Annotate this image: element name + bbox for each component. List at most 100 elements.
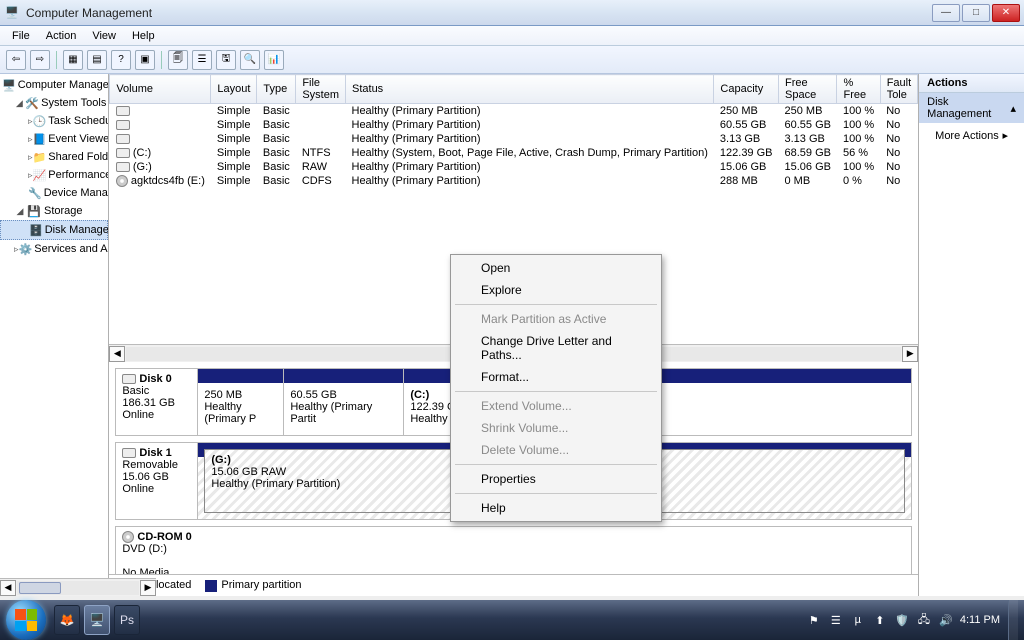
disk-state: Online: [122, 409, 154, 421]
scroll-left-button[interactable]: ◀: [0, 580, 16, 596]
tree-device-manager[interactable]: 🔧Device Manager: [0, 184, 108, 202]
cd-icon: [122, 531, 134, 543]
menu-help[interactable]: Help: [124, 28, 163, 44]
taskbar-button[interactable]: 🦊: [54, 605, 80, 635]
col-type[interactable]: Type: [257, 75, 296, 104]
menubar: File Action View Help: [0, 26, 1024, 46]
tray-icon[interactable]: µ: [850, 612, 866, 628]
context-menu-item[interactable]: Help: [453, 497, 659, 519]
tray-icon[interactable]: ☰: [828, 612, 844, 628]
tree-services-apps[interactable]: ▹⚙️Services and Applications: [0, 240, 108, 258]
context-menu: OpenExploreMark Partition as ActiveChang…: [450, 254, 662, 522]
tray-icon[interactable]: ⚑: [806, 612, 822, 628]
menu-view[interactable]: View: [84, 28, 124, 44]
scroll-track[interactable]: [17, 581, 139, 595]
toolbar-button[interactable]: ☰: [192, 50, 212, 70]
context-menu-separator: [455, 304, 657, 305]
taskbar-button[interactable]: 🖥️: [84, 605, 110, 635]
toolbar-button[interactable]: ▤: [87, 50, 107, 70]
col-pct-free[interactable]: % Free: [837, 75, 880, 104]
scroll-left-button[interactable]: ◀: [109, 346, 125, 362]
toolbar-button[interactable]: ▦: [63, 50, 83, 70]
disk-header: CD-ROM 0: [137, 531, 191, 543]
menu-action[interactable]: Action: [38, 28, 85, 44]
scroll-thumb[interactable]: [19, 582, 61, 594]
table-row[interactable]: SimpleBasicHealthy (Primary Partition)3.…: [110, 132, 918, 146]
toolbar-button[interactable]: 🖫: [216, 50, 236, 70]
table-row[interactable]: (C:)SimpleBasicNTFSHealthy (System, Boot…: [110, 146, 918, 160]
scroll-right-button[interactable]: ▶: [140, 580, 156, 596]
actions-group-disk-management[interactable]: Disk Management ▴: [919, 93, 1024, 123]
col-free-space[interactable]: Free Space: [779, 75, 837, 104]
col-volume[interactable]: Volume: [110, 75, 211, 104]
table-row[interactable]: SimpleBasicHealthy (Primary Partition)25…: [110, 104, 918, 119]
partition-status: Healthy (Primary P: [204, 401, 277, 425]
network-icon[interactable]: 🖧: [916, 612, 932, 628]
disk-row-cdrom[interactable]: CD-ROM 0 DVD (D:) No Media: [115, 526, 912, 574]
tree-root[interactable]: 🖥️Computer Management (Local): [0, 76, 108, 94]
tree-label: Event Viewer: [48, 133, 109, 145]
actions-more-actions[interactable]: More Actions ▸: [919, 123, 1024, 148]
minimize-button[interactable]: —: [932, 4, 960, 22]
context-menu-item[interactable]: Open: [453, 257, 659, 279]
tree-shared-folders[interactable]: ▹📁Shared Folders: [0, 148, 108, 166]
windows-logo-icon: [15, 609, 37, 631]
disk-note: No Media: [122, 567, 169, 574]
context-menu-item[interactable]: Format...: [453, 366, 659, 388]
partition[interactable]: 250 MB Healthy (Primary P: [198, 369, 284, 435]
col-filesystem[interactable]: File System: [296, 75, 346, 104]
tree-system-tools[interactable]: ◢🛠️System Tools: [0, 94, 108, 112]
col-capacity[interactable]: Capacity: [714, 75, 779, 104]
table-row[interactable]: SimpleBasicHealthy (Primary Partition)60…: [110, 118, 918, 132]
tree-label: Task Scheduler: [48, 115, 109, 127]
disk-icon: [116, 106, 130, 116]
toolbar-button[interactable]: 📊: [264, 50, 284, 70]
disk-icon: [116, 162, 130, 172]
toolbar-button[interactable]: 🔍: [240, 50, 260, 70]
tree-label: Shared Folders: [48, 151, 109, 163]
tray-icon[interactable]: 🛡️: [894, 612, 910, 628]
close-button[interactable]: ✕: [992, 4, 1020, 22]
actions-pane: Actions Disk Management ▴ More Actions ▸: [919, 74, 1024, 596]
disk-size: 186.31 GB: [122, 397, 175, 409]
table-row[interactable]: agktdcs4fb (E:)SimpleBasicCDFSHealthy (P…: [110, 174, 918, 188]
context-menu-item: Shrink Volume...: [453, 417, 659, 439]
table-row[interactable]: (G:)SimpleBasicRAWHealthy (Primary Parti…: [110, 160, 918, 174]
tree-hscroll[interactable]: ◀ ▶: [0, 578, 156, 596]
forward-button[interactable]: ⇨: [30, 50, 50, 70]
partition[interactable]: 60.55 GB Healthy (Primary Partit: [284, 369, 404, 435]
col-fault-tolerance[interactable]: Fault Tole: [880, 75, 917, 104]
context-menu-item[interactable]: Explore: [453, 279, 659, 301]
scroll-right-button[interactable]: ▶: [902, 346, 918, 362]
taskbar-clock[interactable]: 4:11 PM: [960, 614, 1000, 626]
menu-file[interactable]: File: [4, 28, 38, 44]
back-button[interactable]: ⇦: [6, 50, 26, 70]
context-menu-item[interactable]: Change Drive Letter and Paths...: [453, 330, 659, 366]
taskbar-button[interactable]: Ps: [114, 605, 140, 635]
maximize-button[interactable]: □: [962, 4, 990, 22]
toolbar-button[interactable]: 🗐: [168, 50, 188, 70]
context-menu-item[interactable]: Properties: [453, 468, 659, 490]
tree-label: Device Manager: [44, 187, 110, 199]
tree-disk-management[interactable]: 🗄️Disk Management: [0, 220, 108, 240]
tree-performance[interactable]: ▹📈Performance: [0, 166, 108, 184]
tree-label: System Tools: [41, 97, 106, 109]
volume-icon[interactable]: 🔊: [938, 612, 954, 628]
volume-table: Volume Layout Type File System Status Ca…: [109, 74, 918, 188]
tree-event-viewer[interactable]: ▹📘Event Viewer: [0, 130, 108, 148]
toolbar-button[interactable]: ▣: [135, 50, 155, 70]
disk-icon: [122, 374, 136, 384]
disk-icon: [116, 148, 130, 158]
col-layout[interactable]: Layout: [211, 75, 257, 104]
context-menu-item: Extend Volume...: [453, 395, 659, 417]
tray-icon[interactable]: ⬆: [872, 612, 888, 628]
toolbar-button[interactable]: ?: [111, 50, 131, 70]
tree-task-scheduler[interactable]: ▹🕒Task Scheduler: [0, 112, 108, 130]
col-status[interactable]: Status: [346, 75, 714, 104]
tree-storage[interactable]: ◢💾Storage: [0, 202, 108, 220]
navigation-tree[interactable]: 🖥️Computer Management (Local) ◢🛠️System …: [0, 74, 109, 596]
show-desktop-button[interactable]: [1008, 600, 1018, 640]
app-icon: 🖥️: [4, 5, 20, 21]
start-button[interactable]: [6, 600, 46, 640]
system-tray[interactable]: ⚑ ☰ µ ⬆ 🛡️ 🖧 🔊 4:11 PM: [806, 612, 1000, 628]
